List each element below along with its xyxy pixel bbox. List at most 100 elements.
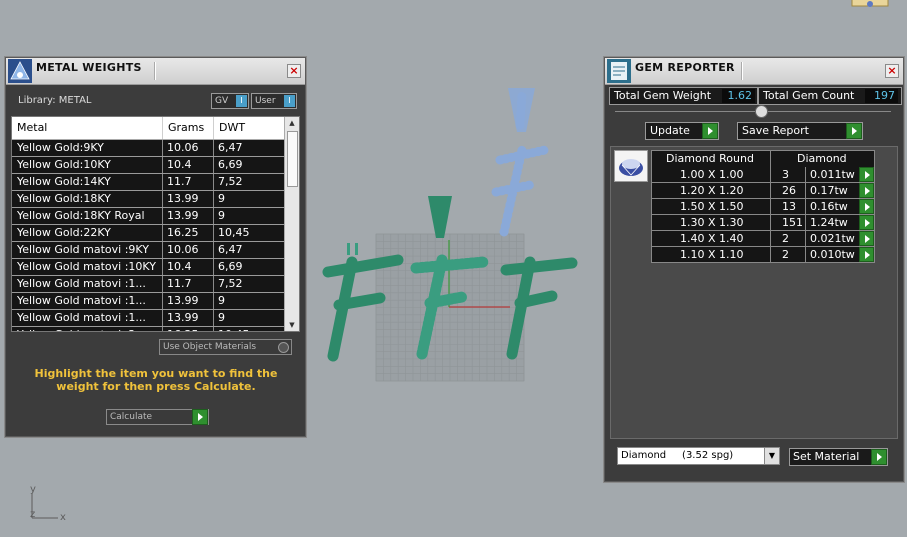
material-select[interactable]: Diamond (3.52 spg) ▼ [617, 447, 780, 465]
gem-slider[interactable] [615, 105, 891, 118]
metal-table-scrollbar[interactable]: ▲ ▼ [284, 117, 299, 331]
close-icon[interactable]: × [885, 64, 899, 78]
gem-reporter-titlebar[interactable]: GEM REPORTER × [605, 58, 903, 85]
table-row[interactable]: Yellow Gold matovi :10KY 10.4 6,69 [12, 259, 284, 276]
dwt-cell: 6,69 [218, 260, 243, 273]
scroll-up-icon[interactable]: ▲ [285, 117, 299, 129]
scroll-thumb[interactable] [287, 131, 298, 187]
col-metal[interactable]: Metal [17, 121, 47, 134]
radio-icon[interactable] [278, 342, 289, 353]
axis-y-label: y [30, 484, 36, 495]
table-row[interactable]: Yellow Gold:9KY 10.06 6,47 [12, 140, 284, 157]
update-button[interactable]: Update [645, 122, 719, 140]
user-toggle[interactable]: User I [251, 93, 297, 109]
play-arrow-icon[interactable] [192, 409, 208, 425]
table-row[interactable]: 1.40 X 1.40 2 0.021tw [651, 231, 875, 247]
calculate-button[interactable]: Calculate [106, 409, 209, 425]
table-row[interactable]: Yellow Gold:22KY 16.25 10,45 [12, 225, 284, 242]
metal-weights-logo-icon [8, 59, 32, 83]
update-label: Update [650, 124, 690, 137]
play-arrow-icon[interactable] [859, 247, 874, 262]
total-gem-weight-value: 1.62 [722, 89, 755, 103]
dwt-cell: 6,69 [218, 158, 243, 171]
grams-cell: 11.7 [167, 175, 192, 188]
user-toggle-indicator: I [284, 95, 295, 107]
metal-name-cell: Yellow Gold matovi :1... [17, 277, 146, 290]
close-icon[interactable]: × [287, 64, 301, 78]
axis-x-label: x [60, 512, 66, 523]
table-row[interactable]: 1.50 X 1.50 13 0.16tw [651, 199, 875, 215]
total-gem-count: Total Gem Count 197 [758, 87, 902, 105]
table-row[interactable]: Yellow Gold matovi :1... 13.99 9 [12, 293, 284, 310]
table-row[interactable]: Yellow Gold:10KY 10.4 6,69 [12, 157, 284, 174]
metal-weights-title: METAL WEIGHTS [36, 61, 142, 74]
gv-toggle[interactable]: GV I [211, 93, 249, 109]
use-object-materials-label: Use Object Materials [163, 342, 257, 352]
weight-cell: 0.010tw [810, 248, 855, 261]
play-arrow-icon[interactable] [702, 123, 718, 139]
dwt-cell: 9 [218, 209, 225, 222]
weight-cell: 0.021tw [810, 232, 855, 245]
gem-reporter-title: GEM REPORTER [635, 61, 735, 74]
metal-table-header: Metal Grams DWT [12, 117, 284, 140]
table-row[interactable]: Yellow Gold matovi :1... 11.7 7,52 [12, 276, 284, 293]
play-arrow-icon[interactable] [859, 231, 874, 246]
table-row[interactable]: 1.00 X 1.00 3 0.011tw [651, 167, 875, 183]
set-material-button[interactable]: Set Material [789, 448, 888, 466]
table-row[interactable]: Yellow Gold:18KY 13.99 9 [12, 191, 284, 208]
play-arrow-icon[interactable] [859, 183, 874, 198]
metal-name-cell: Yellow Gold:10KY [17, 158, 111, 171]
count-cell: 3 [782, 168, 789, 181]
metal-weights-panel: METAL WEIGHTS × Library: METAL GV I User… [5, 57, 306, 437]
grams-cell: 13.99 [167, 311, 199, 324]
play-arrow-icon[interactable] [846, 123, 862, 139]
play-arrow-icon[interactable] [859, 167, 874, 182]
col-diamond-round[interactable]: Diamond Round [666, 152, 754, 165]
table-row[interactable]: Yellow Gold matovi :1... 13.99 9 [12, 310, 284, 327]
diamond-round-icon[interactable] [614, 150, 648, 182]
chevron-down-icon[interactable]: ▼ [764, 448, 779, 464]
count-cell: 2 [782, 232, 789, 245]
dwt-cell: 7,52 [218, 277, 243, 290]
axis-z-label: z [30, 509, 36, 520]
total-gem-count-label: Total Gem Count [763, 89, 855, 102]
use-object-materials-checkbox[interactable]: Use Object Materials [159, 339, 292, 355]
col-grams[interactable]: Grams [168, 121, 204, 134]
total-gem-weight-label: Total Gem Weight [614, 89, 712, 102]
scroll-down-icon[interactable]: ▼ [285, 319, 299, 331]
table-row[interactable]: Yellow Gold matovi :9KY 10.06 6,47 [12, 242, 284, 259]
weight-cell: 0.16tw [810, 200, 848, 213]
grams-cell: 11.7 [167, 277, 192, 290]
table-row[interactable]: 1.10 X 1.10 2 0.010tw [651, 247, 875, 263]
table-row[interactable]: Yellow Gold:14KY 11.7 7,52 [12, 174, 284, 191]
save-report-button[interactable]: Save Report [737, 122, 863, 140]
title-separator [154, 62, 156, 80]
metal-name-cell: Yellow Gold matovi :2... [17, 328, 163, 331]
count-cell: 26 [782, 184, 796, 197]
table-row[interactable]: 1.30 X 1.30 151 1.24tw [651, 215, 875, 231]
slider-knob[interactable] [755, 105, 768, 118]
gv-toggle-indicator: I [236, 95, 247, 107]
col-dwt[interactable]: DWT [219, 121, 245, 134]
play-arrow-icon[interactable] [859, 199, 874, 214]
metal-name-cell: Yellow Gold:9KY [17, 141, 104, 154]
gv-toggle-label: GV [215, 96, 229, 106]
metal-weights-titlebar[interactable]: METAL WEIGHTS × [6, 58, 305, 85]
weight-cell: 0.011tw [810, 168, 855, 181]
dwt-cell: 6,47 [218, 141, 243, 154]
metal-name-cell: Yellow Gold matovi :1... [17, 311, 146, 324]
size-cell: 1.30 X 1.30 [680, 216, 744, 229]
metal-table[interactable]: Metal Grams DWT Yellow Gold:9KY 10.06 6,47… [11, 116, 300, 332]
table-row[interactable]: Yellow Gold matovi :2... 16.2510,45 [12, 327, 284, 331]
play-arrow-icon[interactable] [871, 449, 887, 465]
size-cell: 1.20 X 1.20 [680, 184, 744, 197]
play-arrow-icon[interactable] [859, 215, 874, 230]
col-diamond[interactable]: Diamond [797, 152, 847, 165]
material-select-value: Diamond (3.52 spg) [621, 450, 734, 461]
table-row[interactable]: 1.20 X 1.20 26 0.17tw [651, 183, 875, 199]
green-bail [428, 196, 452, 238]
dwt-cell: 6,47 [218, 243, 243, 256]
save-report-label: Save Report [742, 124, 809, 137]
count-cell: 13 [782, 200, 796, 213]
table-row[interactable]: Yellow Gold:18KY Royal 13.99 9 [12, 208, 284, 225]
